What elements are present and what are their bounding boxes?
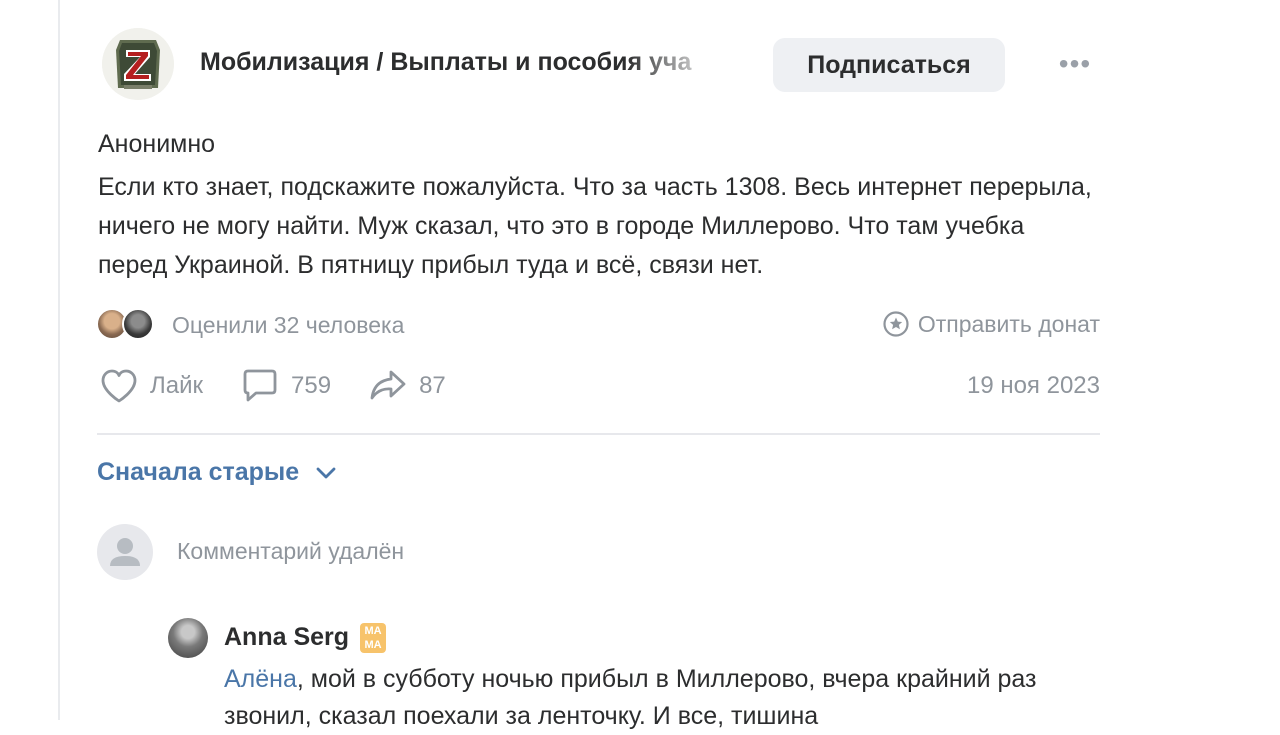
like-label: Лайк (150, 372, 204, 399)
group-name[interactable]: Мобилизация / Выплаты и пособия уча (200, 48, 720, 82)
mention-link[interactable]: Алёна (224, 665, 297, 693)
divider (97, 433, 1100, 435)
post-date[interactable]: 19 ноя 2023 (967, 372, 1100, 400)
comments-count: 759 (291, 372, 332, 399)
chevron-down-icon (316, 467, 336, 478)
reply-author[interactable]: Anna Serg (224, 623, 349, 652)
group-avatar[interactable] (102, 28, 174, 100)
comments-sort-dropdown[interactable]: Сначала старые (97, 458, 337, 487)
post-author: Анонимно (98, 130, 216, 158)
share-icon (370, 370, 406, 400)
reply-body: , мой в субботу ночью прибыл в Миллерово… (224, 665, 1037, 730)
liker-avatars[interactable] (96, 308, 162, 342)
reply-text: Алёна, мой в субботу ночью прибыл в Милл… (224, 661, 1104, 735)
post-card: Мобилизация / Выплаты и пособия уча Подп… (60, 0, 1120, 730)
donate-label: Отправить донат (917, 310, 1100, 337)
comment-button[interactable]: 759 (239, 366, 331, 406)
sort-label: Сначала старые (97, 458, 300, 486)
deleted-user-avatar (97, 524, 153, 580)
user-placeholder-icon (110, 538, 140, 566)
share-button[interactable]: 87 (367, 366, 446, 406)
subscribe-button[interactable]: Подписаться (773, 38, 1005, 92)
more-horizontal-icon[interactable]: ••• (1054, 50, 1096, 78)
heart-icon (101, 369, 137, 403)
avatar[interactable] (168, 618, 208, 658)
post-text: Если кто знает, подскажите пожалуйста. Ч… (98, 173, 1092, 279)
deleted-comment-text: Комментарий удалён (177, 538, 405, 564)
comment-icon (243, 369, 277, 402)
like-button[interactable]: Лайк (98, 366, 203, 406)
donate-button[interactable]: Отправить донат (882, 310, 1100, 338)
shares-count: 87 (419, 372, 446, 399)
post-actions: Лайк 759 87 (98, 364, 482, 408)
user-badge: MA MA (360, 623, 386, 653)
z-emblem-icon (102, 28, 174, 100)
avatar (122, 308, 154, 340)
donate-icon (883, 311, 909, 337)
likes-summary[interactable]: Оценили 32 человека (172, 312, 404, 339)
